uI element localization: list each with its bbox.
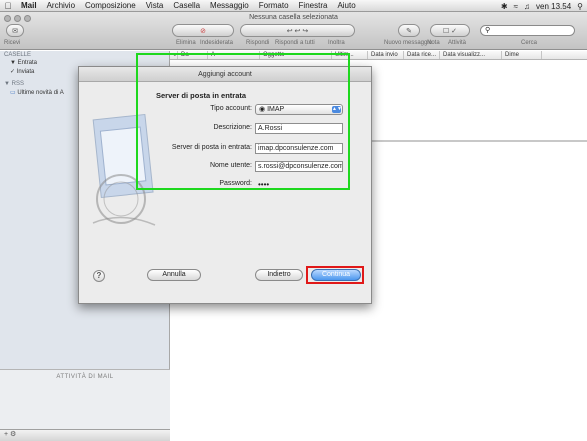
- forward-label: Inoltra: [328, 40, 345, 46]
- reply-icon: ↩ ↩ ↪: [286, 27, 309, 35]
- sidebar-bottom-bar: + ⚙: [0, 429, 170, 441]
- note-todo-group[interactable]: ☐ ✓: [430, 24, 470, 37]
- gear-icon[interactable]: ⚙: [10, 431, 16, 438]
- search-label: Cerca: [521, 40, 538, 46]
- sent-icon: ✓: [10, 69, 16, 75]
- menu-casella[interactable]: Casella: [168, 1, 205, 10]
- get-mail-button[interactable]: ✉: [6, 24, 24, 37]
- continue-highlight-box: [306, 266, 364, 284]
- new-message-label: Nuovo messaggio: [384, 40, 433, 46]
- reply-group[interactable]: ↩ ↩ ↪: [240, 24, 355, 37]
- spotlight-icon[interactable]: ⚲: [577, 2, 583, 11]
- volume-icon[interactable]: ♫: [524, 2, 530, 11]
- fields-highlight-box: [136, 53, 350, 190]
- compose-icon: ✎: [406, 27, 412, 35]
- sidebar-item-label: Ultime novità di A: [17, 90, 64, 96]
- inbox-icon: ▼: [10, 60, 16, 66]
- envelope-icon: ✉: [12, 27, 18, 35]
- back-button[interactable]: Indietro: [255, 269, 303, 281]
- menu-vista[interactable]: Vista: [141, 1, 169, 10]
- cancel-button[interactable]: Annulla: [147, 269, 201, 281]
- menu-archivio[interactable]: Archivio: [42, 1, 80, 10]
- window-title: Nessuna casella selezionata: [249, 14, 338, 21]
- new-message-button[interactable]: ✎: [398, 24, 420, 37]
- junk-label: Indesiderata: [200, 40, 234, 46]
- delete-label: Elimina: [176, 40, 196, 46]
- menu-formato[interactable]: Formato: [254, 1, 294, 10]
- note-label: Nota: [427, 40, 440, 46]
- menu-app[interactable]: Mail: [16, 1, 42, 10]
- help-button[interactable]: ?: [93, 270, 105, 282]
- reply-label: Rispondi: [246, 40, 270, 46]
- search-input[interactable]: ⚲: [480, 25, 575, 36]
- delete-junk-group[interactable]: ⊘: [172, 24, 234, 37]
- mail-activity-panel: ATTIVITÀ DI MAIL: [0, 369, 170, 429]
- reply-all-label: Rispondi a tutti: [275, 40, 315, 46]
- sidebar-item-label: Inviata: [16, 69, 35, 75]
- menu-composizione[interactable]: Composizione: [80, 1, 141, 10]
- column-date-sent[interactable]: Data invio: [368, 51, 404, 59]
- column-date-viewed[interactable]: Data visualizz...: [440, 51, 502, 59]
- bluetooth-icon[interactable]: ✱: [501, 2, 508, 11]
- menu-messaggio[interactable]: Messaggio: [205, 1, 254, 10]
- menu-bar:  Mail Archivio Composizione Vista Casel…: [0, 0, 587, 12]
- disclosure-icon: ▼: [4, 81, 10, 87]
- menu-clock[interactable]: ven 13.54: [536, 2, 571, 11]
- add-icon[interactable]: +: [4, 431, 8, 438]
- todo-label: Attività: [448, 40, 467, 46]
- column-size[interactable]: Dime: [502, 51, 542, 59]
- note-icon: ☐ ✓: [442, 27, 458, 35]
- search-icon: ⚲: [485, 27, 491, 34]
- delete-icon: ⊘: [200, 27, 206, 35]
- rss-header-label: RSS: [11, 81, 24, 87]
- column-date-received[interactable]: Data rice...: [404, 51, 440, 59]
- rss-feed-icon: ▭: [10, 90, 16, 96]
- apple-menu-icon[interactable]: : [0, 1, 16, 11]
- sidebar-item-label: Entrata: [17, 60, 37, 66]
- wifi-icon[interactable]: ≈: [514, 2, 518, 11]
- menu-aiuto[interactable]: Aiuto: [332, 1, 360, 10]
- menu-finestra[interactable]: Finestra: [294, 1, 333, 10]
- get-mail-label: Ricevi: [4, 40, 21, 46]
- preview-pane-divider[interactable]: [372, 140, 587, 142]
- window-toolbar: Nessuna casella selezionata ✉ Ricevi ⊘ E…: [0, 12, 587, 50]
